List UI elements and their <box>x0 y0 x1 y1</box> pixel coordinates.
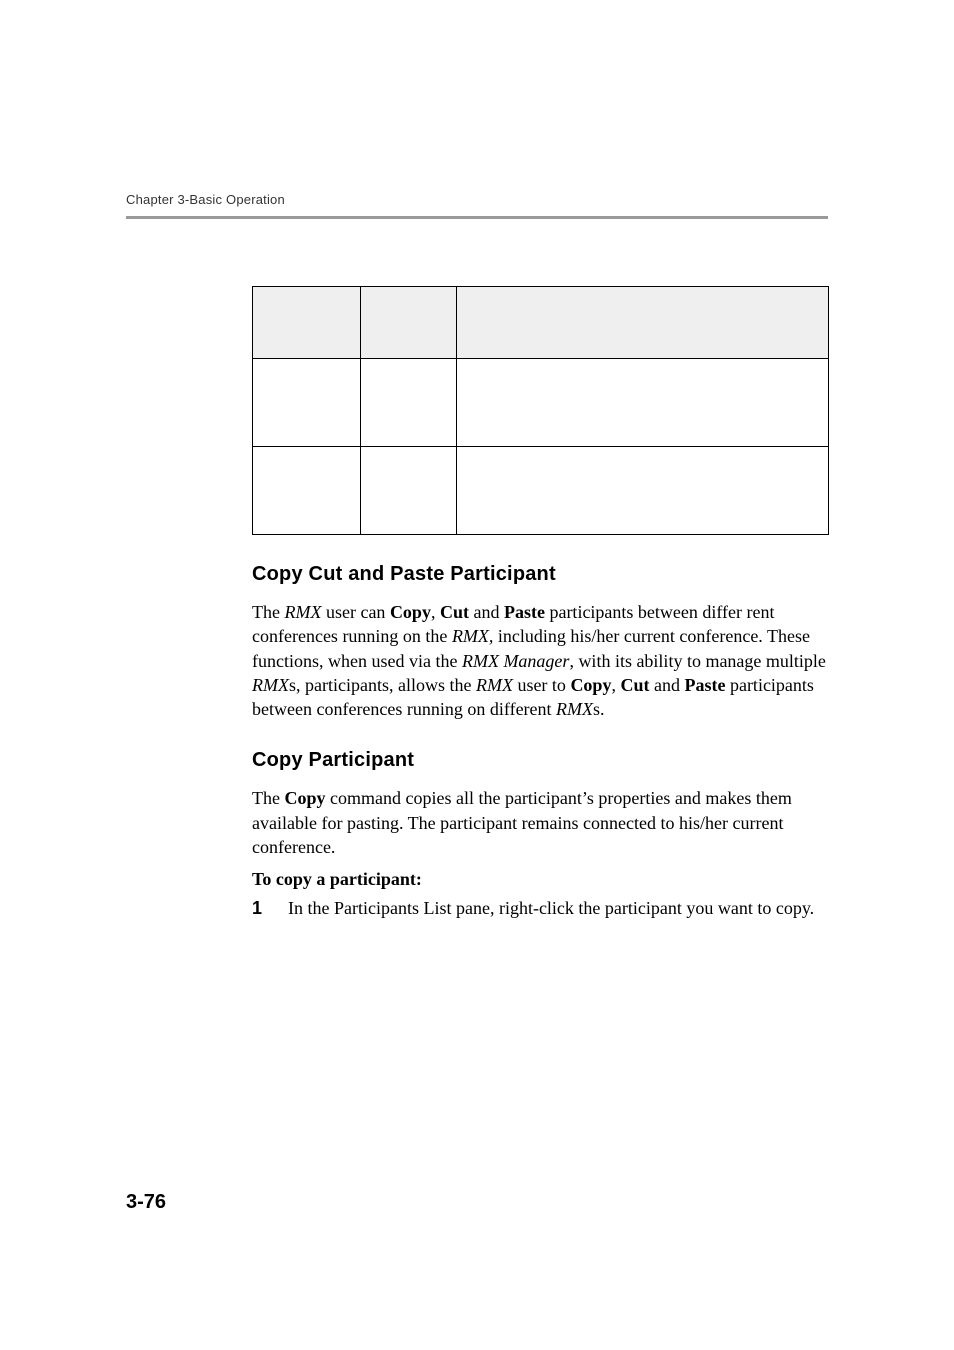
table-header-row <box>253 287 829 359</box>
section-paragraph: The Copy command copies all the particip… <box>252 786 828 859</box>
running-head: Chapter 3-Basic Operation <box>126 192 285 207</box>
procedure-step: 1 In the Participants List pane, right-c… <box>252 896 828 920</box>
step-text: In the Participants List pane, right-cli… <box>288 896 814 920</box>
table-header-cell <box>457 287 829 359</box>
section-heading-copy-participant: Copy Participant <box>252 749 828 772</box>
table-header-cell <box>253 287 361 359</box>
procedure-lead: To copy a participant: <box>252 869 828 890</box>
table-cell <box>457 359 829 447</box>
page-number: 3-76 <box>126 1191 166 1214</box>
table-cell <box>361 359 457 447</box>
table-row <box>253 447 829 535</box>
table-cell <box>253 447 361 535</box>
table-cell <box>457 447 829 535</box>
section-paragraph: The RMX user can Copy, Cut and Paste par… <box>252 600 828 721</box>
content-area: Copy Cut and Paste Participant The RMX u… <box>252 286 828 921</box>
header-rule <box>126 216 828 219</box>
table-cell <box>253 359 361 447</box>
page: Chapter 3-Basic Operation <box>0 0 954 1350</box>
properties-table <box>252 286 829 535</box>
table-header-cell <box>361 287 457 359</box>
section-heading-copy-cut-paste: Copy Cut and Paste Participant <box>252 563 828 586</box>
step-number: 1 <box>252 896 270 920</box>
table-row <box>253 359 829 447</box>
table-cell <box>361 447 457 535</box>
